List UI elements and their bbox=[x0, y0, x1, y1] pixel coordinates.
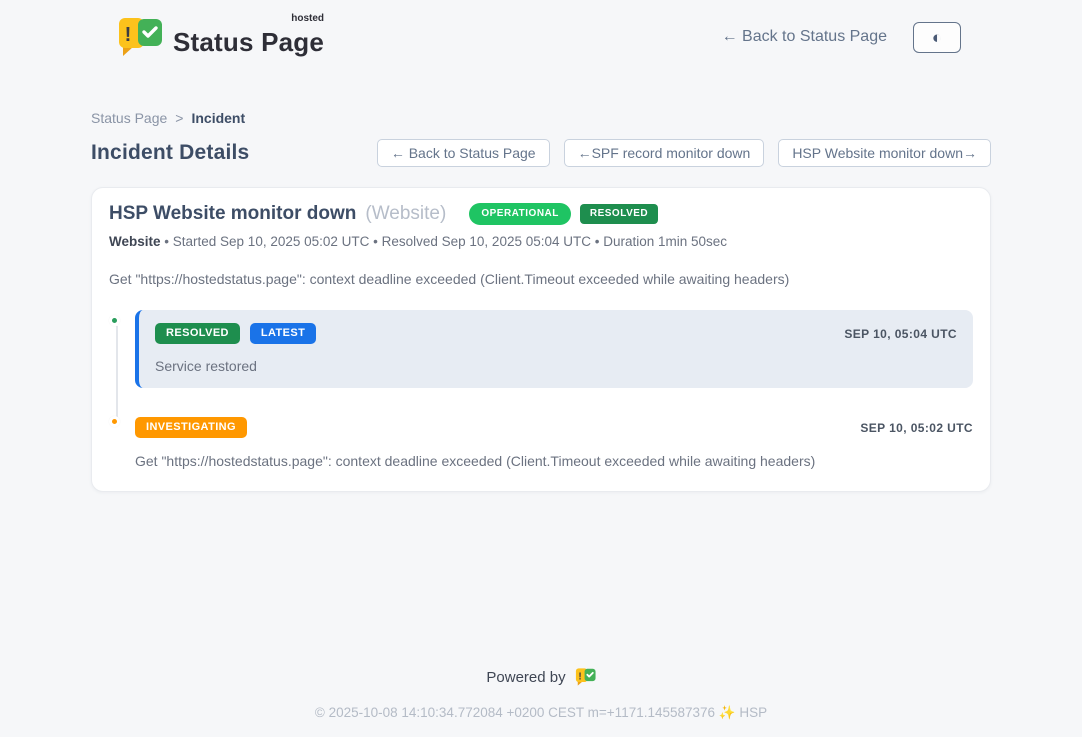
theme-toggle-button[interactable]: ◐ bbox=[913, 22, 961, 53]
timeline-message: Get "https://hostedstatus.page": context… bbox=[135, 453, 973, 469]
logo-brand-text: Status Page bbox=[173, 27, 324, 57]
latest-status-badge: LATEST bbox=[250, 323, 316, 344]
page-title: Incident Details bbox=[91, 141, 249, 165]
timeline-dot-green bbox=[109, 315, 120, 326]
next-incident-button[interactable]: HSP Website monitor down→ bbox=[778, 139, 991, 167]
copyright-text: © 2025-10-08 14:10:34.772084 +0200 CEST … bbox=[0, 705, 1082, 721]
timeline-dot-orange bbox=[109, 416, 120, 427]
resolved-badge: RESOLVED bbox=[580, 204, 658, 224]
breadcrumb-incident: Incident bbox=[191, 110, 245, 126]
timeline-entry-box: RESOLVED LATEST SEP 10, 05:04 UTC Servic… bbox=[135, 310, 973, 388]
half-circle-theme-icon: ◐ bbox=[932, 29, 942, 46]
footer: Powered by ! © 2025-10-08 14:10:34.77208… bbox=[0, 667, 1082, 721]
resolved-status-badge: RESOLVED bbox=[155, 323, 240, 344]
incident-meta-details: • Started Sep 10, 2025 05:02 UTC • Resol… bbox=[164, 234, 727, 249]
incident-meta: Website • Started Sep 10, 2025 05:02 UTC… bbox=[109, 234, 973, 249]
statuspage-logo-icon: ! bbox=[117, 16, 163, 58]
incident-nav-buttons: ← Back to Status Page ←SPF record monito… bbox=[377, 139, 991, 167]
back-to-status-page-button[interactable]: ← Back to Status Page bbox=[377, 139, 550, 167]
prev-incident-button[interactable]: ←SPF record monitor down bbox=[564, 139, 765, 167]
timeline-timestamp: SEP 10, 05:04 UTC bbox=[844, 327, 957, 341]
incident-timeline: RESOLVED LATEST SEP 10, 05:04 UTC Servic… bbox=[109, 310, 973, 469]
breadcrumb-status-page[interactable]: Status Page bbox=[91, 110, 167, 126]
back-to-status-page-link[interactable]: ← Back to Status Page bbox=[722, 28, 887, 46]
timeline-message: Service restored bbox=[155, 358, 957, 374]
logo[interactable]: ! hosted Status Page bbox=[117, 16, 324, 58]
breadcrumb-separator: > bbox=[175, 110, 183, 126]
investigating-status-badge: INVESTIGATING bbox=[135, 417, 247, 438]
timeline-timestamp: SEP 10, 05:02 UTC bbox=[860, 421, 973, 435]
incident-description: Get "https://hostedstatus.page": context… bbox=[109, 271, 973, 287]
breadcrumb: Status Page > Incident bbox=[91, 110, 991, 126]
powered-by-label: Powered by bbox=[486, 669, 565, 686]
operational-badge: OPERATIONAL bbox=[469, 203, 571, 225]
statuspage-footer-icon: ! bbox=[575, 667, 596, 687]
incident-title: HSP Website monitor down bbox=[109, 203, 356, 225]
svg-text:!: ! bbox=[125, 24, 132, 46]
incident-card: HSP Website monitor down (Website) OPERA… bbox=[91, 187, 991, 492]
logo-superscript: hosted bbox=[291, 13, 324, 24]
incident-component: (Website) bbox=[365, 203, 446, 225]
timeline-entry-resolved: RESOLVED LATEST SEP 10, 05:04 UTC Servic… bbox=[109, 310, 973, 388]
svg-text:!: ! bbox=[578, 671, 581, 682]
incident-meta-component: Website bbox=[109, 234, 161, 249]
timeline-entry-investigating: INVESTIGATING SEP 10, 05:02 UTC Get "htt… bbox=[109, 417, 973, 469]
header: ! hosted Status Page ← Back to Status Pa… bbox=[91, 0, 991, 58]
